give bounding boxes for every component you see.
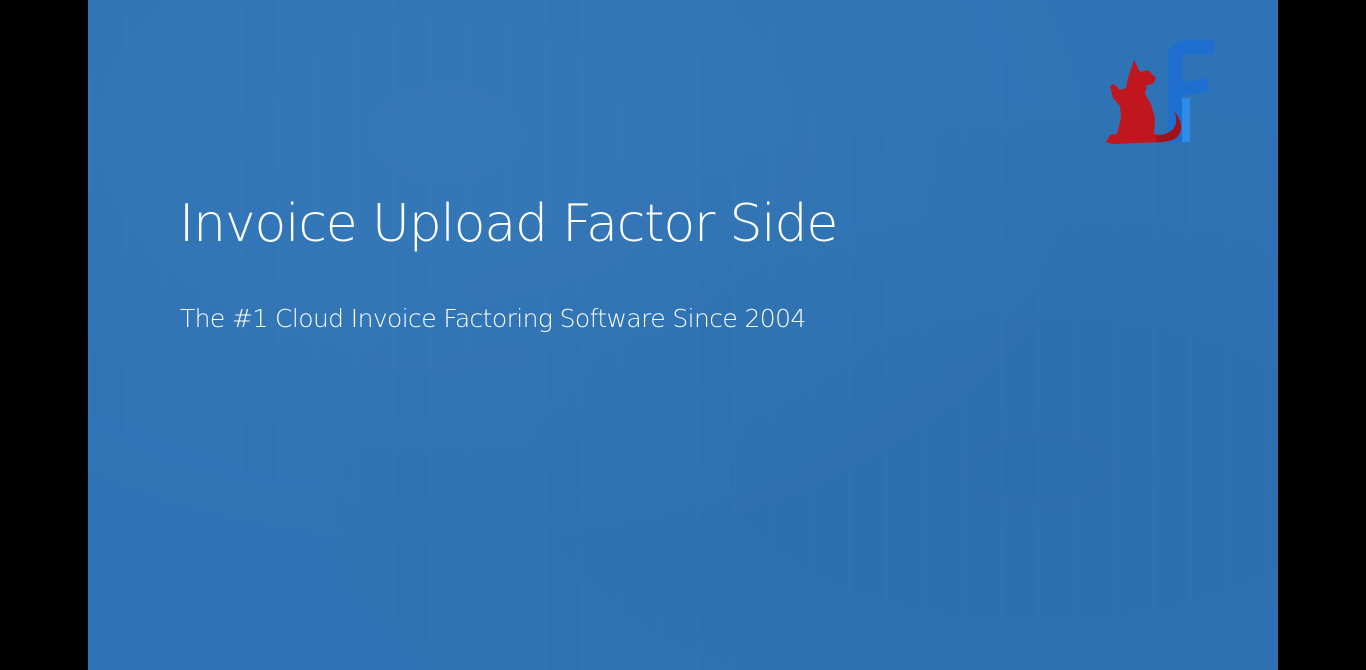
presentation-slide: Invoice Upload Factor Side The #1 Cloud … (88, 0, 1278, 670)
logo-f-accent (1182, 98, 1190, 142)
logo-fox (1106, 60, 1164, 144)
slide-subtitle: The #1 Cloud Invoice Factoring Software … (180, 304, 806, 333)
fox-f-logo-icon (1106, 40, 1214, 144)
slide-background-texture (88, 0, 1278, 670)
logo-f-bar (1182, 78, 1208, 96)
slide-title: Invoice Upload Factor Side (179, 194, 838, 254)
video-frame: Invoice Upload Factor Side The #1 Cloud … (0, 0, 1366, 670)
